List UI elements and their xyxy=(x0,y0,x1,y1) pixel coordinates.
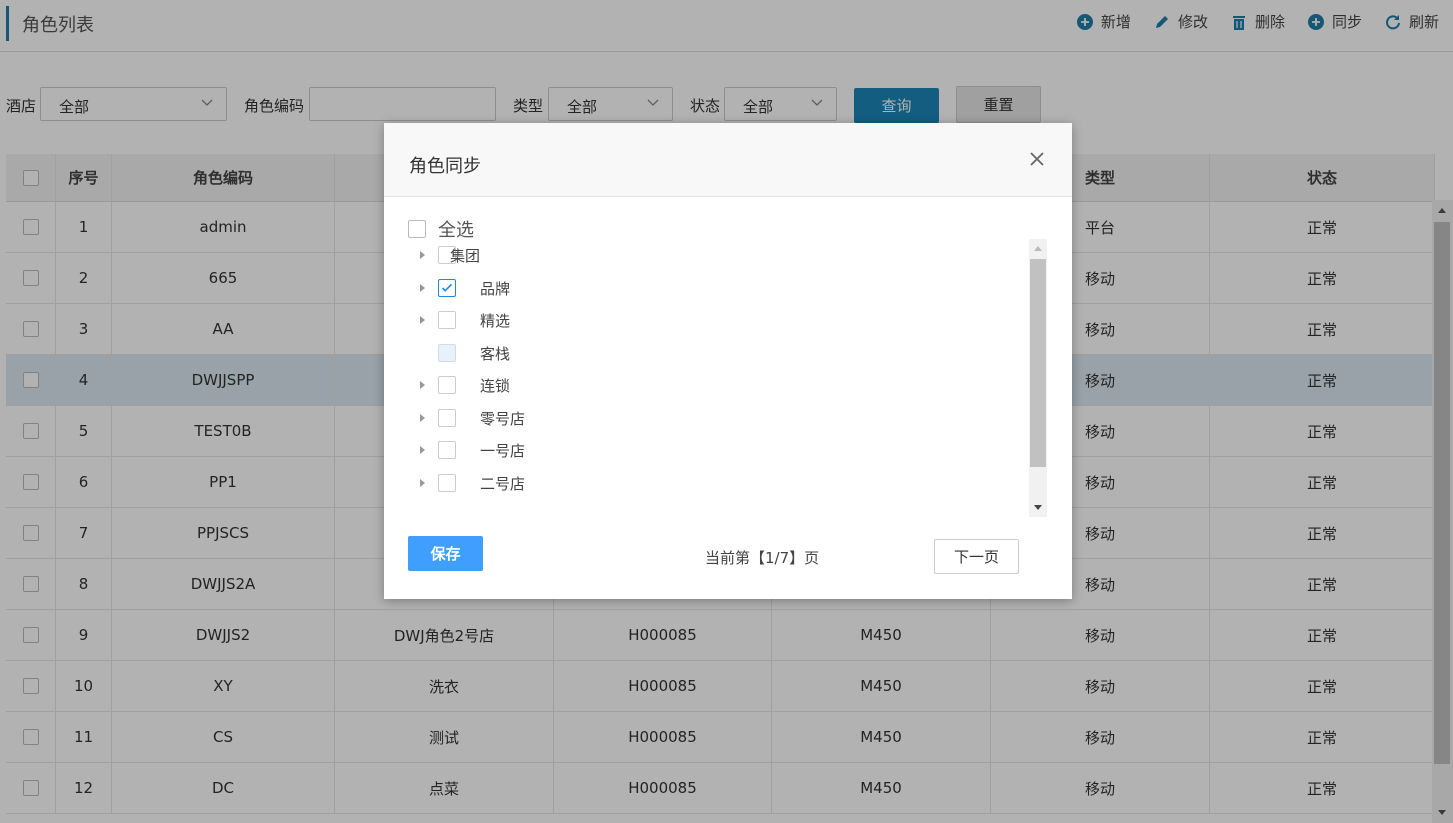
tree-node-label: 客栈 xyxy=(480,344,511,363)
tree-node[interactable]: 集团 xyxy=(406,239,1006,271)
expand-arrow-icon[interactable] xyxy=(420,446,425,454)
tree-scrollbar[interactable] xyxy=(1029,239,1047,517)
tree-node-label: 品牌 xyxy=(480,279,511,298)
role-sync-dialog: 角色同步 全选 集团 品牌 精选 客栈 连锁 零号店 一号店 二号店 保存 当前第【1/7】页… xyxy=(384,123,1072,599)
dialog-header: 角色同步 xyxy=(384,123,1072,197)
tree-node-label: 一号店 xyxy=(480,442,526,460)
select-all-checkbox[interactable] xyxy=(408,220,426,238)
save-button[interactable]: 保存 xyxy=(408,536,483,571)
role-list-page: 角色列表 新增 修改 删除 同步 刷新 酒店 全部 角色编码 类型 全部 状态 … xyxy=(0,0,1453,823)
tree-node-checkbox[interactable] xyxy=(438,311,456,329)
tree-node-checkbox[interactable] xyxy=(438,376,456,394)
org-tree: 集团品牌精选客栈连锁零号店一号店二号店 xyxy=(406,239,1046,517)
tree-node-label: 零号店 xyxy=(480,409,526,428)
checkmark-icon xyxy=(441,283,453,292)
tree-node-checkbox xyxy=(438,343,456,362)
close-icon[interactable] xyxy=(1028,150,1046,168)
expand-arrow-icon[interactable] xyxy=(420,413,425,422)
page-indicator: 当前第【1/7】页 xyxy=(705,549,820,567)
tree-node[interactable]: 二号店 xyxy=(406,467,1006,499)
tree-node[interactable]: 精选 xyxy=(406,304,1006,336)
tree-node-label: 集团 xyxy=(450,247,481,265)
tree-node-checkbox[interactable] xyxy=(438,408,456,427)
expand-arrow-icon[interactable] xyxy=(420,316,425,324)
tree-node-label: 二号店 xyxy=(480,474,526,493)
expand-arrow-icon[interactable] xyxy=(420,381,425,389)
expand-arrow-icon[interactable] xyxy=(420,251,425,259)
tree-node-checkbox[interactable] xyxy=(438,441,456,459)
dialog-title: 角色同步 xyxy=(409,156,481,177)
tree-node[interactable]: 连锁 xyxy=(406,369,1006,401)
expand-arrow-icon[interactable] xyxy=(420,283,425,292)
scroll-up-arrow-icon[interactable] xyxy=(1034,246,1042,251)
scroll-down-arrow-icon[interactable] xyxy=(1034,505,1042,510)
tree-node[interactable]: 一号店 xyxy=(406,434,1006,466)
scrollbar-thumb[interactable] xyxy=(1030,259,1046,467)
tree-node-label: 连锁 xyxy=(480,377,511,395)
tree-node-label: 精选 xyxy=(480,312,511,330)
tree-node[interactable]: 客栈 xyxy=(406,337,1006,369)
tree-node-checkbox[interactable] xyxy=(438,278,456,297)
expand-arrow-icon[interactable] xyxy=(420,478,425,487)
next-page-button[interactable]: 下一页 xyxy=(934,539,1019,574)
tree-node-checkbox[interactable] xyxy=(438,473,456,492)
tree-node[interactable]: 品牌 xyxy=(406,272,1006,304)
tree-node[interactable]: 零号店 xyxy=(406,402,1006,434)
